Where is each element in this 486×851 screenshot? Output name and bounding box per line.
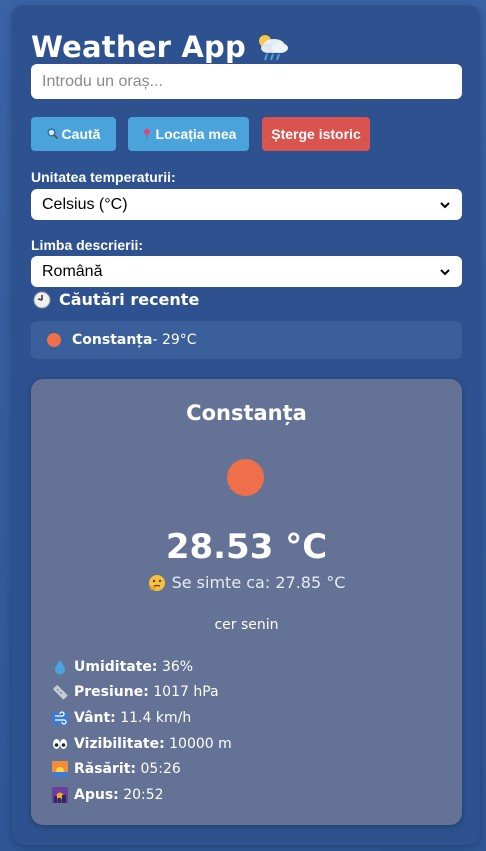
weather-details: Umiditate: 36% Presiune: 1017 hPa Vânt: … (52, 654, 232, 808)
language-label: Limba descrierii: (31, 237, 144, 253)
sun-dot-icon (47, 333, 61, 347)
clear-sky-sun-icon (227, 459, 264, 496)
pin-icon (143, 128, 150, 140)
detail-visibility: Vizibilitate: 10000 m (52, 731, 232, 757)
recent-searches-header: Căutări recente (33, 290, 199, 309)
my-location-button[interactable]: Locația mea (128, 117, 249, 151)
clear-history-button-label: Șterge istoric (271, 126, 361, 142)
droplet-icon (55, 659, 65, 675)
city-search-input[interactable] (31, 64, 462, 99)
detail-value: 10000 m (164, 735, 232, 752)
eyes-icon (53, 738, 67, 749)
clear-history-button[interactable]: Șterge istoric (262, 117, 370, 151)
clock-icon (33, 291, 51, 308)
ruler-icon (52, 685, 68, 701)
detail-label: Apus: (74, 786, 119, 803)
cloud-rain-sun-icon (258, 35, 288, 61)
detail-label: Vânt: (74, 709, 116, 726)
weather-description: cer senin (214, 617, 279, 633)
language-select-value: Română (42, 262, 103, 280)
recent-searches-title: Căutări recente (59, 290, 200, 309)
unit-select-value: Celsius (°C) (42, 195, 128, 213)
detail-label: Răsărit: (74, 761, 137, 778)
detail-value: 36% (157, 658, 194, 675)
title-row: Weather App (31, 30, 290, 64)
weather-city: Constanța (186, 401, 307, 425)
chevron-down-icon (440, 201, 450, 208)
detail-sunset: Apus: 20:52 (52, 782, 232, 808)
detail-humidity: Umiditate: 36% (52, 654, 232, 680)
temperature: 28.53 °C (165, 527, 328, 567)
detail-value: 20:52 (118, 786, 164, 803)
app-title: Weather App (31, 30, 246, 64)
weather-app-panel: Weather App Caută Locația mea Șterge ist… (12, 5, 480, 845)
sunset-icon (52, 786, 68, 803)
unit-select[interactable]: Celsius (°C) (31, 189, 462, 220)
detail-value: 1017 hPa (148, 684, 219, 701)
detail-label: Vizibilitate: (74, 735, 165, 752)
wind-icon (52, 711, 68, 725)
search-button-label: Caută (61, 126, 101, 142)
recent-city: Constanța (72, 332, 153, 348)
magnifier-icon (47, 128, 58, 140)
detail-value: 05:26 (136, 761, 181, 778)
thinking-face-icon (148, 574, 165, 591)
detail-label: Presiune: (74, 684, 149, 701)
language-select[interactable]: Română (31, 256, 462, 287)
detail-label: Umiditate: (74, 658, 158, 675)
search-button[interactable]: Caută (31, 117, 116, 151)
recent-search-item[interactable]: Constanța - 29°C (31, 321, 462, 359)
detail-sunrise: Răsărit: 05:26 (52, 756, 232, 782)
detail-pressure: Presiune: 1017 hPa (52, 680, 232, 706)
unit-label: Unitatea temperaturii: (31, 169, 176, 185)
detail-wind: Vânt: 11.4 km/h (52, 705, 232, 731)
chevron-down-icon (440, 268, 450, 275)
my-location-button-label: Locația mea (155, 126, 237, 142)
detail-value: 11.4 km/h (115, 709, 192, 726)
feels-like-text: Se simte ca: 27.85 °C (171, 573, 346, 592)
sunrise-icon (52, 761, 68, 778)
weather-card: Constanța 28.53 °C Se simte ca: 27.85 °C… (31, 379, 462, 825)
feels-like: Se simte ca: 27.85 °C (31, 573, 462, 592)
recent-temp: - 29°C (152, 332, 197, 348)
